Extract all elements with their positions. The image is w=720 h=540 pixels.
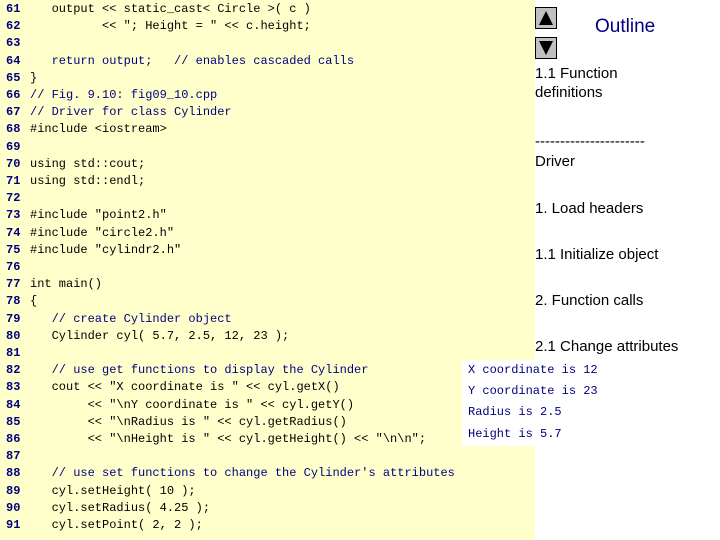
code-text: using std::endl; xyxy=(30,174,146,188)
code-text: cyl.setRadius( 4.25 ); xyxy=(30,500,211,515)
code-text: using std::cout; xyxy=(30,156,146,171)
line-number: 73 xyxy=(6,208,21,223)
output-line: Radius is 2.5 xyxy=(468,405,562,419)
code-text: output << static_cast< Circle >( c ) xyxy=(30,2,311,16)
code-text: } xyxy=(30,70,38,85)
line-number: 83 xyxy=(6,380,21,395)
line-number: 84 xyxy=(6,397,21,412)
line-number: 65 xyxy=(6,70,21,85)
line-number: 68 xyxy=(6,122,21,137)
outline-item-driver: Driver xyxy=(535,153,575,170)
line-number: 62 xyxy=(6,19,21,34)
line-number: 61 xyxy=(6,2,21,16)
line-number: 64 xyxy=(6,53,21,68)
outline-item-load-headers: 1. Load headers xyxy=(535,200,644,217)
code-panel: 61 output << static_cast< Circle >( c ) 6… xyxy=(0,0,535,540)
code-text: // use set functions to change the Cylin… xyxy=(30,466,455,481)
code-text: #include <iostream> xyxy=(30,122,167,137)
code-text: { xyxy=(30,294,38,309)
line-number: 67 xyxy=(6,105,21,120)
triangle-up-icon xyxy=(539,11,553,25)
line-number: 76 xyxy=(6,260,21,274)
line-number: 66 xyxy=(6,88,21,102)
line-number: 91 xyxy=(6,518,21,532)
line-number: 90 xyxy=(6,500,21,515)
output-line: X coordinate is 12 xyxy=(468,363,598,377)
outline-separator: ---------------------- xyxy=(535,133,645,150)
previous-slide-button[interactable] xyxy=(535,7,557,29)
line-number: 71 xyxy=(6,174,21,188)
outline-item-function-calls: 2. Function calls xyxy=(535,292,644,309)
code-text: << "\nY coordinate is " << cyl.getY() xyxy=(30,397,355,412)
line-number: 74 xyxy=(6,225,21,240)
line-number: 63 xyxy=(6,36,21,51)
line-number: 79 xyxy=(6,311,21,326)
line-number: 81 xyxy=(6,346,21,360)
outline-item-change-attributes: 2.1 Change attributes xyxy=(535,338,679,355)
line-number: 80 xyxy=(6,328,21,343)
outline-title: Outline xyxy=(595,16,656,37)
line-number: 82 xyxy=(6,363,21,378)
line-number: 69 xyxy=(6,139,21,154)
code-text: cyl.setPoint( 2, 2 ); xyxy=(30,518,203,532)
code-text: Cylinder cyl( 5.7, 2.5, 12, 23 ); xyxy=(30,328,290,343)
line-number: 72 xyxy=(6,191,21,206)
program-output-box: X coordinate is 12 Y coordinate is 23 Ra… xyxy=(462,360,662,446)
next-slide-button[interactable] xyxy=(535,37,557,59)
line-number: 77 xyxy=(6,277,21,292)
line-number: 85 xyxy=(6,414,21,429)
outline-item-function-definitions: 1.1 Function definitions xyxy=(535,65,618,101)
code-text: int main() xyxy=(30,277,103,292)
line-number: 78 xyxy=(6,294,21,309)
code-text: // use get functions to display the Cyli… xyxy=(30,363,369,378)
code-text: return output; // enables cascaded calls xyxy=(30,53,355,68)
code-text: #include "circle2.h" xyxy=(30,225,175,240)
line-number: 88 xyxy=(6,466,21,481)
triangle-down-icon xyxy=(539,41,553,55)
code-text: << "\nRadius is " << cyl.getRadius() xyxy=(30,414,347,429)
line-number: 87 xyxy=(6,449,21,464)
code-text: // create Cylinder object xyxy=(30,311,232,326)
line-number: 70 xyxy=(6,156,21,171)
code-text: #include "cylindr2.h" xyxy=(30,242,182,257)
output-line: Height is 5.7 xyxy=(468,427,562,441)
code-text: #include "point2.h" xyxy=(30,208,167,223)
code-text: cyl.setHeight( 10 ); xyxy=(30,483,196,498)
line-number: 75 xyxy=(6,242,21,257)
output-line: Y coordinate is 23 xyxy=(468,384,598,398)
code-text: // Fig. 9.10: fig09_10.cpp xyxy=(30,88,218,102)
code-text: cout << "X coordinate is " << cyl.getX() xyxy=(30,380,340,395)
line-number: 86 xyxy=(6,432,21,446)
outline-item-initialize-object: 1.1 Initialize object xyxy=(535,246,659,263)
code-text: << "; Height = " << c.height; xyxy=(30,19,311,34)
code-text: // Driver for class Cylinder xyxy=(30,105,232,120)
code-text: << "\nHeight is " << cyl.getHeight() << … xyxy=(30,432,427,446)
line-number: 89 xyxy=(6,483,21,498)
